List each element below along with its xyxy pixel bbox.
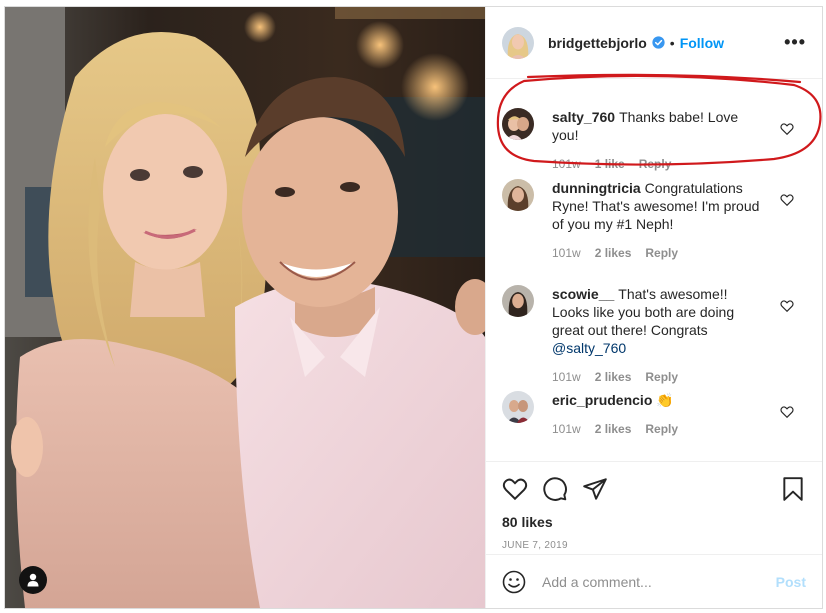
comment-text: scowie__ That's awesome!! Looks like you … <box>552 285 762 357</box>
post-comment-button[interactable]: Post <box>776 574 806 590</box>
clapping-hands-emoji: 👏 <box>656 392 674 408</box>
commenter-username[interactable]: eric_prudencio <box>552 392 652 408</box>
commenter-username[interactable]: scowie__ <box>552 286 614 302</box>
post-modal: bridgettebjorlo • Follow ••• salty_760 T… <box>4 6 823 609</box>
user-tag-icon[interactable] <box>19 566 47 594</box>
author-username[interactable]: bridgettebjorlo <box>548 35 647 51</box>
commenter-username[interactable]: dunningtricia <box>552 180 641 196</box>
commenter-avatar[interactable] <box>502 179 534 211</box>
red-annotation-circle <box>496 73 822 166</box>
post-date[interactable]: JUNE 7, 2019 <box>502 540 806 551</box>
heart-icon[interactable] <box>780 405 794 419</box>
post-photo[interactable] <box>5 7 485 608</box>
comment-meta: 101w 2 likes Reply <box>552 422 762 436</box>
likes-count[interactable]: 80 likes <box>502 514 806 530</box>
emoji-icon[interactable] <box>502 570 526 594</box>
comment-composer: Post <box>486 554 822 608</box>
heart-icon[interactable] <box>780 193 794 207</box>
follow-button[interactable]: Follow <box>680 35 724 51</box>
verified-badge-icon <box>652 36 665 49</box>
comment-text: eric_prudencio 👏 <box>552 391 762 409</box>
reply-button[interactable]: Reply <box>645 422 678 436</box>
header-separator: • <box>669 34 675 51</box>
share-icon[interactable] <box>582 476 608 502</box>
comment-age[interactable]: 101w <box>552 370 581 384</box>
comment-likes[interactable]: 2 likes <box>595 370 632 384</box>
comment-age[interactable]: 101w <box>552 422 581 436</box>
user-silhouette-icon <box>27 573 39 587</box>
comment-text: dunningtricia Congratulations Ryne! That'… <box>552 179 762 233</box>
post-side-panel: bridgettebjorlo • Follow ••• salty_760 T… <box>485 7 822 608</box>
comment-likes[interactable]: 2 likes <box>595 422 632 436</box>
comment-meta: 101w 2 likes Reply <box>552 370 762 384</box>
mention-link[interactable]: @salty_760 <box>552 340 626 356</box>
author-avatar[interactable] <box>502 26 534 59</box>
comment-age[interactable]: 101w <box>552 246 581 260</box>
commenter-avatar[interactable] <box>502 285 534 317</box>
comment-meta: 101w 2 likes Reply <box>552 246 762 260</box>
comment-item: scowie__ That's awesome!! Looks like you … <box>502 285 808 384</box>
post-actions: 80 likes JUNE 7, 2019 <box>486 461 822 561</box>
comment-input[interactable] <box>542 573 776 590</box>
comment-likes[interactable]: 2 likes <box>595 246 632 260</box>
heart-icon[interactable] <box>502 476 528 502</box>
post-header: bridgettebjorlo • Follow ••• <box>486 7 822 79</box>
more-options-icon[interactable]: ••• <box>784 32 806 53</box>
reply-button[interactable]: Reply <box>645 370 678 384</box>
comment-icon[interactable] <box>542 476 568 502</box>
comment-item: eric_prudencio 👏 101w 2 likes Reply <box>502 391 808 436</box>
commenter-avatar[interactable] <box>502 391 534 423</box>
reply-button[interactable]: Reply <box>645 246 678 260</box>
action-bar <box>502 474 806 504</box>
bookmark-icon[interactable] <box>780 476 806 502</box>
photo-illustration <box>5 7 485 608</box>
heart-icon[interactable] <box>780 299 794 313</box>
comment-item: dunningtricia Congratulations Ryne! That'… <box>502 179 808 260</box>
